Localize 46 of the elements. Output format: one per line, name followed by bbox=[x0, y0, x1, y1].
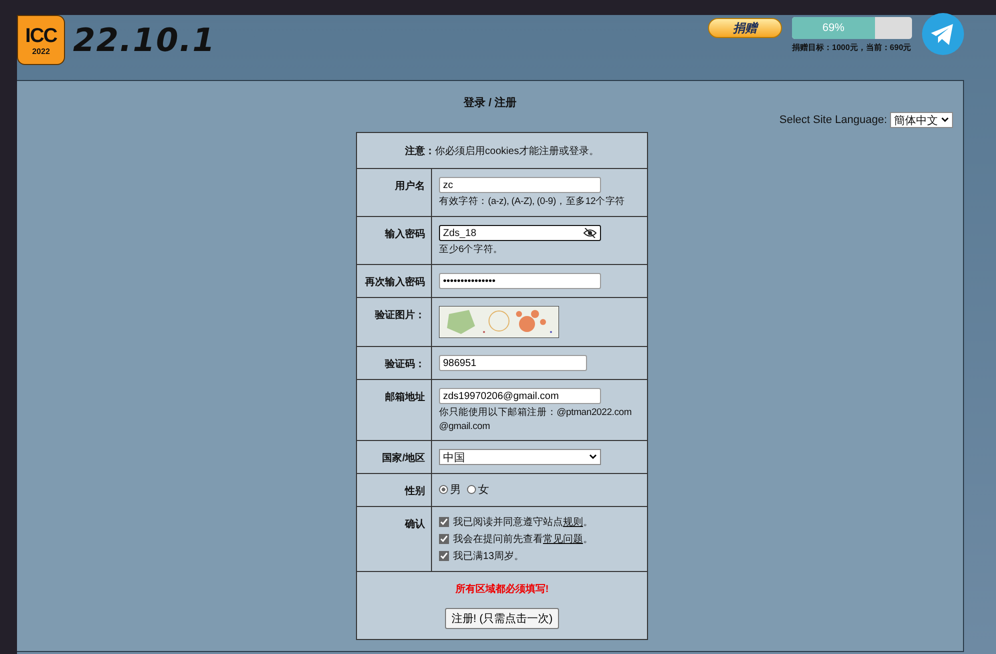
field-hint: @gmail.com bbox=[439, 421, 491, 432]
field-hint: 你只能使用以下邮箱注册：@ptman2022.com bbox=[439, 406, 633, 419]
progress-percent: 69% bbox=[821, 21, 846, 36]
field-label: 性别 bbox=[405, 486, 425, 497]
checkbox-label: 我已满13周岁。 bbox=[453, 550, 524, 563]
eye-slash-icon[interactable] bbox=[583, 228, 597, 238]
checkbox[interactable] bbox=[439, 517, 449, 527]
radio-label: 女 bbox=[478, 483, 489, 497]
donation-goal: 捐赠目标：1000元，当前：690元 bbox=[792, 42, 912, 53]
page-title: 登录 / 注册 bbox=[463, 96, 517, 110]
field-label: 再次输入密码 bbox=[365, 277, 425, 288]
text-field[interactable]: 986951 bbox=[439, 355, 587, 371]
language-select[interactable]: 簡体中文 bbox=[890, 112, 953, 128]
link[interactable]: 常见问题 bbox=[543, 534, 583, 545]
donate-button[interactable]: 捐赠 bbox=[708, 18, 782, 38]
checkbox-label: 我会在提问前先查看常见问题。 bbox=[453, 532, 593, 546]
field-label: 邮箱地址 bbox=[385, 392, 425, 403]
radio-label: 男 bbox=[450, 483, 461, 497]
checkbox-label: 我已阅读并同意遵守站点规则。 bbox=[453, 516, 593, 529]
field-hint: 至少6个字符。 bbox=[439, 243, 504, 256]
country-select[interactable]: 中国 bbox=[439, 449, 601, 465]
link[interactable]: 规则 bbox=[563, 517, 583, 528]
required-warning: 所有区域都必须填写! bbox=[455, 582, 549, 596]
register-button[interactable]: 注册! (只需点击一次) bbox=[445, 608, 559, 629]
site-logo: ICC 2022 bbox=[17, 15, 65, 65]
chevron-down-icon bbox=[941, 117, 949, 123]
field-label: 输入密码 bbox=[385, 229, 425, 240]
paper-plane-icon[interactable] bbox=[922, 13, 964, 55]
language-label: Select Site Language: bbox=[779, 114, 887, 126]
checkbox[interactable] bbox=[439, 534, 449, 544]
text-field[interactable]: zc bbox=[439, 177, 601, 193]
version-label: 22.10.1 bbox=[73, 21, 216, 59]
checkbox[interactable] bbox=[439, 551, 449, 561]
radio-button[interactable] bbox=[439, 485, 448, 494]
field-label: 确认 bbox=[405, 519, 425, 530]
chevron-down-icon bbox=[589, 454, 597, 460]
field-hint: 有效字符：(a-z), (A-Z), (0-9)，至多12个字符 bbox=[439, 195, 626, 208]
password-field[interactable]: Zds_18 bbox=[439, 225, 601, 241]
text-field[interactable]: ••••••••••••••• bbox=[439, 273, 601, 289]
notice-text: 注意：你必须启用cookies才能注册或登录。 bbox=[405, 144, 599, 158]
radio-button[interactable] bbox=[467, 485, 476, 494]
field-label: 国家/地区 bbox=[382, 453, 425, 464]
field-label: 验证图片： bbox=[375, 310, 425, 321]
field-label: 用户名 bbox=[395, 181, 425, 192]
field-label: 验证码： bbox=[385, 359, 425, 370]
text-field[interactable]: zds19970206@gmail.com bbox=[439, 388, 601, 404]
